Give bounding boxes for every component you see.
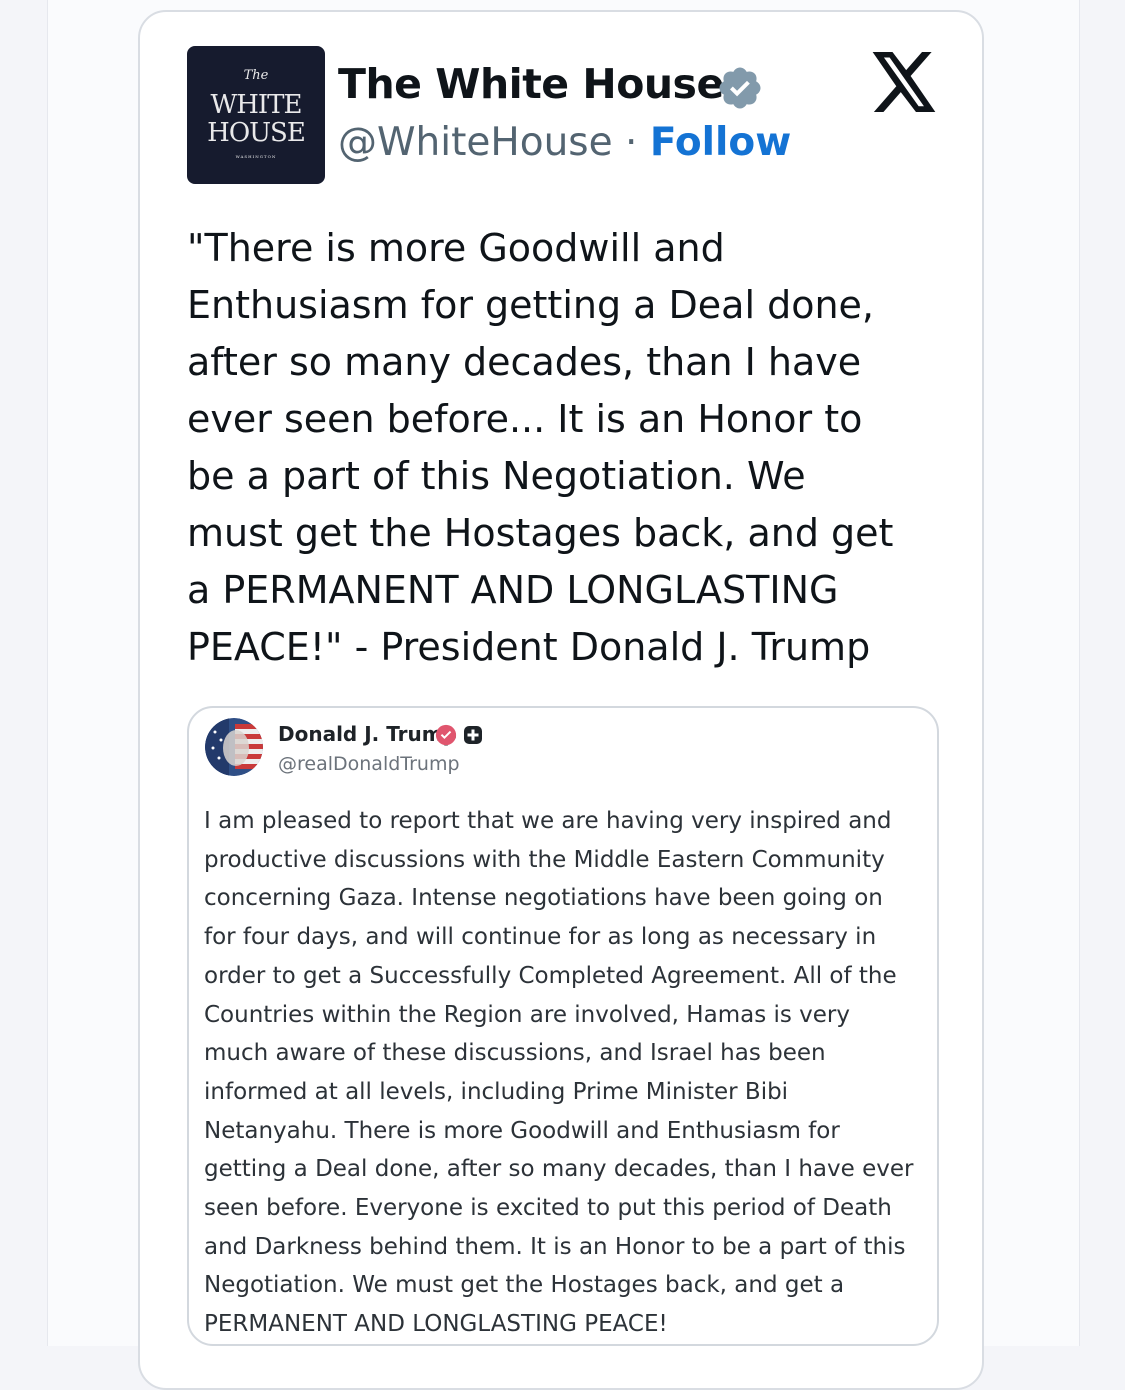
quoted-text-line: for four days, and will continue for as … (204, 924, 877, 951)
tweet-text-line: be a part of this Negotiation. We (187, 454, 806, 498)
white-house-avatar[interactable]: The WHITE HOUSE WASHINGTON (187, 46, 325, 184)
x-logo-icon[interactable] (872, 52, 938, 112)
tweet-text-line: PEACE!" - President Donald J. Trump (187, 625, 871, 669)
avatar-house-text: HOUSE (207, 118, 306, 148)
tweet-text-line: a PERMANENT AND LONGLASTING (187, 568, 839, 612)
tweet-text-line: must get the Hostages back, and get (187, 511, 894, 555)
quoted-post-image[interactable]: Donald J. Trump @realDonaldTrump I am pl… (187, 706, 939, 1346)
tweet-body-text: "There is more Goodwill and Enthusiasm f… (187, 220, 967, 676)
quoted-text-line: Countries within the Region are involved… (204, 1001, 850, 1028)
quoted-text-line: and Darkness behind them. It is an Honor… (204, 1233, 906, 1260)
quoted-text-line: much aware of these discussions, and Isr… (204, 1040, 826, 1067)
quoted-text-line: I am pleased to report that we are havin… (204, 808, 892, 834)
follow-button[interactable]: Follow (650, 120, 791, 165)
avatar-white-text: WHITE (210, 90, 303, 120)
author-display-name[interactable]: The White House (338, 60, 724, 108)
truth-verified-badge-icon (435, 724, 457, 746)
quoted-author-name[interactable]: Donald J. Trump (278, 722, 457, 746)
tweet-text-line: Enthusiasm for getting a Deal done, (187, 283, 875, 327)
quoted-text-line: getting a Deal done, after so many decad… (204, 1156, 914, 1183)
quoted-text-line: order to get a Successfully Completed Ag… (204, 962, 897, 989)
tweet-text-line: ever seen before... It is an Honor to (187, 397, 863, 441)
quoted-text-line: seen before. Everyone is excited to put … (204, 1195, 892, 1222)
verified-badge-icon (719, 67, 761, 109)
quoted-text-line: concerning Gaza. Intense negotiations ha… (204, 885, 883, 912)
tweet-text-line: "There is more Goodwill and (187, 226, 725, 270)
quoted-text-line: Negotiation. We must get the Hostages ba… (204, 1272, 845, 1299)
avatar-washington-text: WASHINGTON (235, 154, 277, 159)
tweet-text-line: after so many decades, than I have (187, 340, 862, 384)
quoted-post-text: I am pleased to report that we are havin… (204, 802, 924, 1344)
embedded-tweet-card[interactable]: The WHITE HOUSE WASHINGTON The White Hou… (138, 10, 984, 1390)
author-handle-row: @WhiteHouse · Follow (338, 120, 791, 165)
quoted-text-line: PERMANENT AND LONGLASTING PEACE! (204, 1311, 668, 1338)
avatar-the-text: The (243, 68, 269, 83)
quoted-author-handle[interactable]: @realDonaldTrump (278, 753, 460, 775)
handle-separator: · (612, 120, 650, 165)
quoted-text-line: productive discussions with the Middle E… (204, 846, 885, 873)
trump-avatar[interactable] (205, 718, 263, 776)
truth-plus-badge-icon (464, 726, 482, 744)
author-handle[interactable]: @WhiteHouse (338, 120, 613, 165)
quoted-text-line: informed at all levels, including Prime … (204, 1078, 789, 1105)
quoted-text-line: Netanyahu. There is more Goodwill and En… (204, 1117, 840, 1144)
